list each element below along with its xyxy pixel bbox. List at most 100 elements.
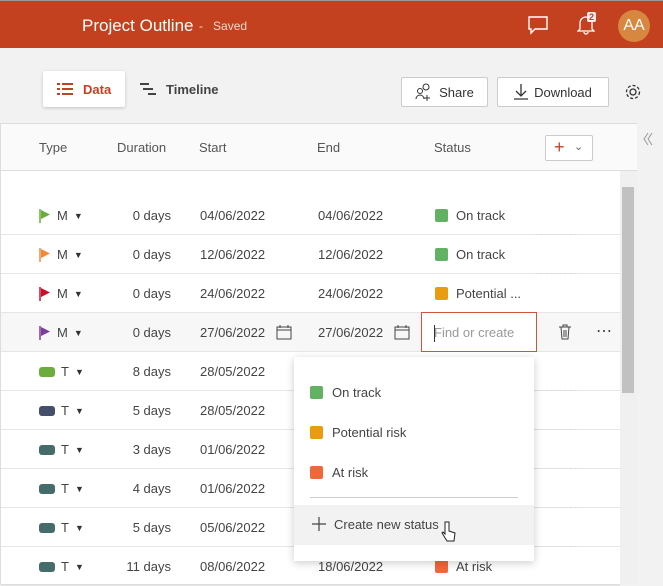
caret-down-icon: ▼ — [73, 327, 83, 338]
column-header-end[interactable]: End — [317, 140, 340, 155]
tab-data[interactable]: Data — [43, 71, 126, 107]
trash-icon[interactable] — [558, 324, 572, 340]
end-date-cell[interactable]: 12/06/2022 — [318, 247, 383, 262]
task-color-icon — [39, 561, 55, 572]
chevron-down-icon: ⌄ — [574, 141, 584, 153]
end-date-cell[interactable]: 24/06/2022 — [318, 286, 383, 301]
duration-cell[interactable]: 4 days — [97, 481, 171, 496]
task-color-icon — [39, 405, 55, 416]
add-column-button[interactable]: + ⌄ — [545, 135, 593, 161]
start-date-cell[interactable]: 01/06/2022 — [200, 481, 265, 496]
start-date-cell[interactable]: 28/05/2022 — [200, 364, 265, 379]
milestone-flag-icon — [39, 247, 50, 262]
task-color-icon — [39, 366, 55, 377]
duration-cell[interactable]: 0 days — [97, 247, 171, 262]
table-row[interactable]: M ▼ 0 days 04/06/2022 04/06/2022 On track — [1, 196, 620, 235]
end-date-cell[interactable]: 04/06/2022 — [318, 208, 383, 223]
vertical-scrollbar[interactable] — [620, 171, 637, 585]
status-search-input[interactable]: Find or create — [421, 312, 537, 352]
type-label: T — [61, 442, 69, 457]
list-icon — [57, 83, 73, 95]
status-cell[interactable]: At risk — [435, 559, 492, 574]
status-option-at-risk[interactable]: At risk — [310, 465, 368, 480]
start-date-cell[interactable]: 01/06/2022 — [200, 442, 265, 457]
option-label: Potential risk — [332, 425, 407, 440]
type-selector[interactable]: M ▼ — [39, 325, 83, 340]
start-date-cell[interactable]: 05/06/2022 — [200, 520, 265, 535]
start-date-cell[interactable]: 08/06/2022 — [200, 559, 265, 574]
caret-down-icon: ▼ — [73, 249, 83, 260]
status-color-swatch — [310, 426, 323, 439]
type-selector[interactable]: M ▼ — [39, 286, 83, 301]
type-selector[interactable]: T ▼ — [39, 481, 84, 496]
start-date-cell[interactable]: 04/06/2022 — [200, 208, 265, 223]
start-date-cell[interactable]: 12/06/2022 — [200, 247, 265, 262]
type-selector[interactable]: T ▼ — [39, 442, 84, 457]
type-label: M — [57, 208, 68, 223]
create-new-status-button[interactable]: Create new status — [294, 505, 534, 545]
gear-icon[interactable] — [624, 83, 642, 101]
tab-data-label: Data — [83, 81, 112, 97]
type-selector[interactable]: M ▼ — [39, 208, 83, 223]
plus-icon: + — [554, 137, 565, 157]
duration-cell[interactable]: 0 days — [97, 325, 171, 340]
table-row[interactable]: M ▼ 0 days 24/06/2022 24/06/2022 Potential… — [1, 274, 620, 313]
share-button[interactable]: Share — [401, 77, 488, 107]
avatar[interactable]: AA — [618, 10, 650, 42]
status-option-on-track[interactable]: On track — [310, 385, 381, 400]
type-label: M — [57, 247, 68, 262]
column-header-type[interactable]: Type — [39, 140, 67, 155]
type-selector[interactable]: T ▼ — [39, 364, 84, 379]
duration-cell[interactable]: 3 days — [97, 442, 171, 457]
status-color-swatch — [435, 209, 448, 222]
scrollbar-thumb[interactable] — [622, 187, 634, 393]
duration-cell[interactable]: 0 days — [97, 208, 171, 223]
status-cell[interactable]: On track — [435, 208, 505, 223]
duration-cell[interactable]: 0 days — [97, 286, 171, 301]
table-header: Type Duration Start End Status + ⌄ — [1, 124, 637, 171]
type-selector[interactable]: T ▼ — [39, 403, 84, 418]
duration-cell[interactable]: 8 days — [97, 364, 171, 379]
calendar-icon[interactable] — [394, 324, 410, 340]
hand-cursor-icon — [441, 521, 456, 542]
tab-timeline[interactable]: Timeline — [126, 71, 233, 107]
more-options-icon[interactable]: ⋯ — [596, 321, 612, 341]
status-option-potential-risk[interactable]: Potential risk — [310, 425, 406, 440]
duration-cell[interactable]: 5 days — [97, 403, 171, 418]
caret-down-icon: ▼ — [73, 288, 83, 299]
milestone-flag-icon — [39, 286, 50, 301]
duration-cell[interactable]: 11 days — [97, 559, 171, 574]
calendar-icon[interactable] — [276, 324, 292, 340]
save-state: Saved — [213, 19, 248, 33]
status-cell[interactable]: Potential ... — [435, 286, 521, 301]
caret-down-icon: ▼ — [74, 483, 84, 494]
type-selector[interactable]: T ▼ — [39, 520, 84, 535]
start-date-cell[interactable]: 24/06/2022 — [200, 286, 265, 301]
start-date-cell[interactable]: 28/05/2022 — [200, 403, 265, 418]
column-header-duration[interactable]: Duration — [117, 140, 166, 155]
status-dropdown: On track Potential risk At risk Create n… — [294, 357, 534, 561]
status-cell[interactable]: On track — [435, 247, 505, 262]
task-color-icon — [39, 444, 55, 455]
page-title: Project Outline — [82, 16, 194, 35]
download-button[interactable]: Download — [497, 77, 609, 107]
plus-icon — [312, 517, 326, 531]
end-date-cell[interactable]: 18/06/2022 — [318, 559, 383, 574]
download-label: Download — [534, 84, 592, 100]
download-icon — [514, 84, 529, 100]
task-color-icon — [39, 522, 55, 533]
column-header-status[interactable]: Status — [434, 140, 471, 155]
type-label: T — [61, 481, 69, 496]
type-label: M — [57, 286, 68, 301]
type-selector[interactable]: T ▼ — [39, 559, 84, 574]
start-date-cell[interactable]: 27/06/2022 — [200, 325, 265, 340]
table-row[interactable]: M ▼ 0 days 27/06/2022 27/06/2022 Find or … — [1, 312, 620, 352]
type-selector[interactable]: M ▼ — [39, 247, 83, 262]
duration-cell[interactable]: 5 days — [97, 520, 171, 535]
column-header-start[interactable]: Start — [199, 140, 226, 155]
table-row[interactable]: M ▼ 0 days 12/06/2022 12/06/2022 On track — [1, 235, 620, 274]
comment-icon[interactable] — [528, 16, 548, 35]
end-date-cell[interactable]: 27/06/2022 — [318, 325, 383, 340]
type-label: M — [57, 325, 68, 340]
collapse-panel-icon[interactable] — [643, 132, 653, 146]
